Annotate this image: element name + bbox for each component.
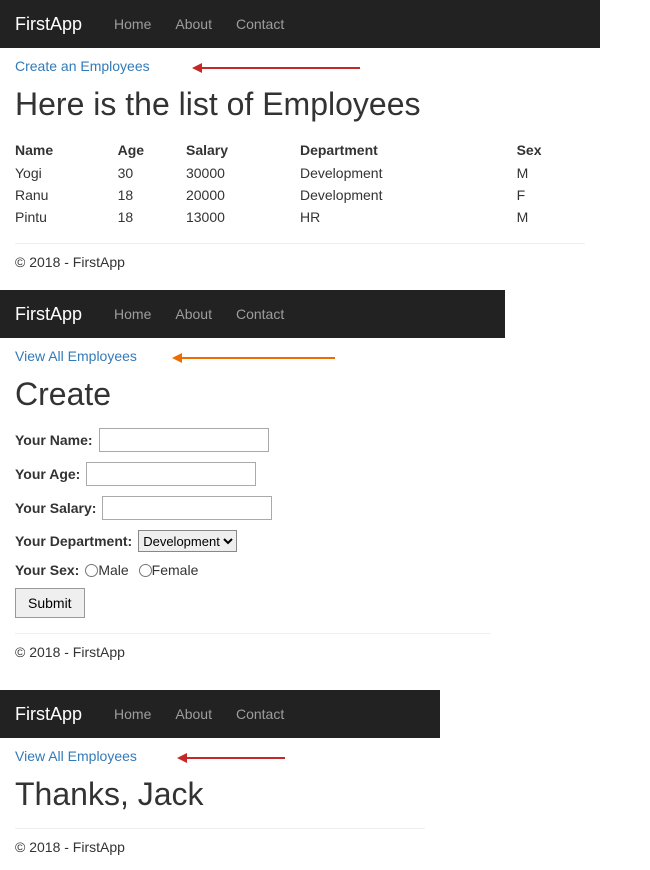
cell-sex: M <box>517 162 585 184</box>
label-department: Your Department: <box>15 533 132 549</box>
cell-name: Ranu <box>15 184 118 206</box>
footer: © 2018 - FirstApp <box>15 839 425 855</box>
cell-salary: 30000 <box>186 162 300 184</box>
page-heading: Here is the list of Employees <box>15 86 585 123</box>
employee-table: Name Age Salary Department Sex Yogi 30 3… <box>15 138 585 228</box>
page-heading: Create <box>15 376 490 413</box>
label-sex: Your Sex: <box>15 562 79 578</box>
brand[interactable]: FirstApp <box>15 14 82 35</box>
salary-input[interactable] <box>102 496 272 520</box>
sex-male-radio[interactable] <box>85 564 98 577</box>
table-row: Ranu 18 20000 Development F <box>15 184 585 206</box>
nav-contact[interactable]: Contact <box>236 306 284 322</box>
cell-name: Pintu <box>15 206 118 228</box>
nav-about[interactable]: About <box>175 306 212 322</box>
department-select[interactable]: Development <box>138 530 237 552</box>
submit-button[interactable]: Submit <box>15 588 85 618</box>
table-row: Pintu 18 13000 HR M <box>15 206 585 228</box>
sex-female-radio[interactable] <box>139 564 152 577</box>
view-all-employees-link[interactable]: View All Employees <box>15 748 137 764</box>
navbar: FirstApp Home About Contact <box>0 690 440 738</box>
cell-age: 18 <box>118 206 186 228</box>
col-salary: Salary <box>186 138 300 162</box>
label-name: Your Name: <box>15 432 93 448</box>
annotation-arrow-icon <box>200 67 360 69</box>
nav-contact[interactable]: Contact <box>236 16 284 32</box>
table-header-row: Name Age Salary Department Sex <box>15 138 585 162</box>
navbar: FirstApp Home About Contact <box>0 290 505 338</box>
footer: © 2018 - FirstApp <box>15 254 585 270</box>
cell-salary: 20000 <box>186 184 300 206</box>
cell-name: Yogi <box>15 162 118 184</box>
col-name: Name <box>15 138 118 162</box>
nav-home[interactable]: Home <box>114 16 151 32</box>
nav-about[interactable]: About <box>175 706 212 722</box>
divider <box>15 243 585 244</box>
cell-sex: F <box>517 184 585 206</box>
nav-contact[interactable]: Contact <box>236 706 284 722</box>
create-employee-link[interactable]: Create an Employees <box>15 58 150 74</box>
name-input[interactable] <box>99 428 269 452</box>
annotation-arrow-icon <box>180 357 335 359</box>
brand[interactable]: FirstApp <box>15 704 82 725</box>
cell-department: Development <box>300 184 517 206</box>
cell-age: 30 <box>118 162 186 184</box>
nav-about[interactable]: About <box>175 16 212 32</box>
navbar: FirstApp Home About Contact <box>0 0 600 48</box>
col-department: Department <box>300 138 517 162</box>
cell-sex: M <box>517 206 585 228</box>
cell-department: HR <box>300 206 517 228</box>
cell-salary: 13000 <box>186 206 300 228</box>
page-heading: Thanks, Jack <box>15 776 425 813</box>
nav-home[interactable]: Home <box>114 306 151 322</box>
brand[interactable]: FirstApp <box>15 304 82 325</box>
age-input[interactable] <box>86 462 256 486</box>
table-row: Yogi 30 30000 Development M <box>15 162 585 184</box>
sex-female-label: Female <box>152 562 199 578</box>
view-all-employees-link[interactable]: View All Employees <box>15 348 137 364</box>
col-sex: Sex <box>517 138 585 162</box>
footer: © 2018 - FirstApp <box>15 644 490 660</box>
col-age: Age <box>118 138 186 162</box>
divider <box>15 828 425 829</box>
label-age: Your Age: <box>15 466 80 482</box>
cell-age: 18 <box>118 184 186 206</box>
annotation-arrow-icon <box>185 757 285 759</box>
nav-home[interactable]: Home <box>114 706 151 722</box>
sex-male-label: Male <box>98 562 128 578</box>
divider <box>15 633 490 634</box>
cell-department: Development <box>300 162 517 184</box>
label-salary: Your Salary: <box>15 500 96 516</box>
